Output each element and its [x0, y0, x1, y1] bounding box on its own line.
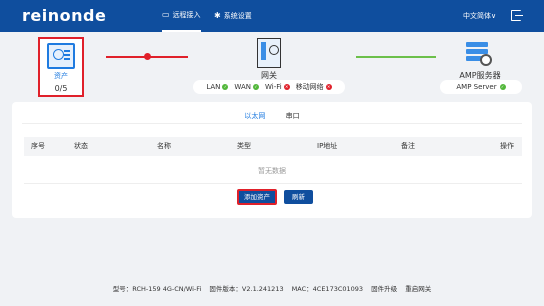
tab-bar: 以太网 串口	[12, 111, 532, 123]
tab-ethernet[interactable]: 以太网	[244, 111, 265, 123]
error-icon: ✕	[283, 84, 290, 90]
status-wan: WAN ✓	[234, 83, 259, 91]
gateway-status-bar: LAN ✓ WAN ✓ Wi-Fi ✕ 移动网络 ✕	[193, 80, 345, 94]
model-info: 型号：RCH-159 4G-CN/Wi-Fi	[112, 285, 202, 293]
col-name: 名称	[157, 142, 171, 150]
col-ip: IP地址	[317, 142, 338, 150]
check-icon: ✓	[499, 84, 506, 90]
brand-logo: reinonde	[22, 6, 107, 25]
col-actions: 操作	[500, 142, 514, 150]
col-type: 类型	[237, 142, 251, 150]
mac-info: MAC：4CE173C01093	[291, 285, 364, 293]
tab-divider	[22, 123, 522, 124]
device-info-footer: 型号：RCH-159 4G-CN/Wi-Fi 固件版本：V2.1.241213 …	[0, 283, 544, 293]
gear-icon: ✱	[214, 11, 221, 20]
asset-device-icon	[47, 43, 75, 69]
status-lan: LAN ✓	[206, 83, 229, 91]
nav-system-settings[interactable]: ✱ 系统设置	[214, 0, 252, 32]
asset-count: 0/5	[54, 84, 68, 93]
status-wifi: Wi-Fi ✕	[264, 83, 290, 91]
status-mobile: 移动网络 ✕	[295, 83, 332, 91]
empty-state: 暂无数据	[258, 167, 286, 175]
asset-label: 资产	[54, 72, 68, 80]
nav-remote-access[interactable]: ▭ 远程接入	[162, 0, 201, 32]
table-header: 序号 状态 名称 类型 IP地址 备注 操作	[24, 137, 522, 156]
refresh-button[interactable]: 刷新	[284, 190, 313, 204]
firmware-upgrade-link[interactable]: 固件升级	[371, 285, 397, 293]
status-amp-server: AMP Server	[456, 83, 497, 91]
check-icon: ✓	[252, 84, 259, 90]
link-error-dot	[144, 53, 151, 60]
top-navbar: reinonde ▭ 远程接入 ✱ 系统设置 中文简体∨	[0, 0, 544, 32]
reboot-gateway-link[interactable]: 重启网关	[405, 285, 431, 293]
col-index: 序号	[31, 142, 45, 150]
nav-system-settings-label: 系统设置	[223, 12, 252, 20]
gateway-device-icon	[257, 38, 281, 68]
firmware-info: 固件版本：V2.1.241213	[209, 285, 284, 293]
asset-node[interactable]: 资产 0/5	[38, 37, 84, 97]
error-icon: ✕	[325, 84, 332, 90]
language-selector[interactable]: 中文简体∨	[463, 0, 496, 32]
monitor-icon: ▭	[162, 10, 170, 19]
asset-panel: 以太网 串口 序号 状态 名称 类型 IP地址 备注 操作 暂无数据 添加资产 …	[12, 102, 532, 218]
table-divider	[24, 183, 522, 184]
nav-remote-access-label: 远程接入	[172, 11, 201, 19]
check-icon: ✓	[222, 84, 229, 90]
server-icon	[466, 40, 494, 68]
col-status: 状态	[74, 142, 88, 150]
gateway-server-link	[356, 56, 436, 58]
logout-icon[interactable]	[511, 10, 523, 21]
tab-serial[interactable]: 串口	[286, 111, 300, 123]
col-remark: 备注	[401, 142, 415, 150]
server-status-bar: AMP Server ✓	[440, 80, 522, 94]
add-asset-button[interactable]: 添加资产	[237, 189, 277, 205]
